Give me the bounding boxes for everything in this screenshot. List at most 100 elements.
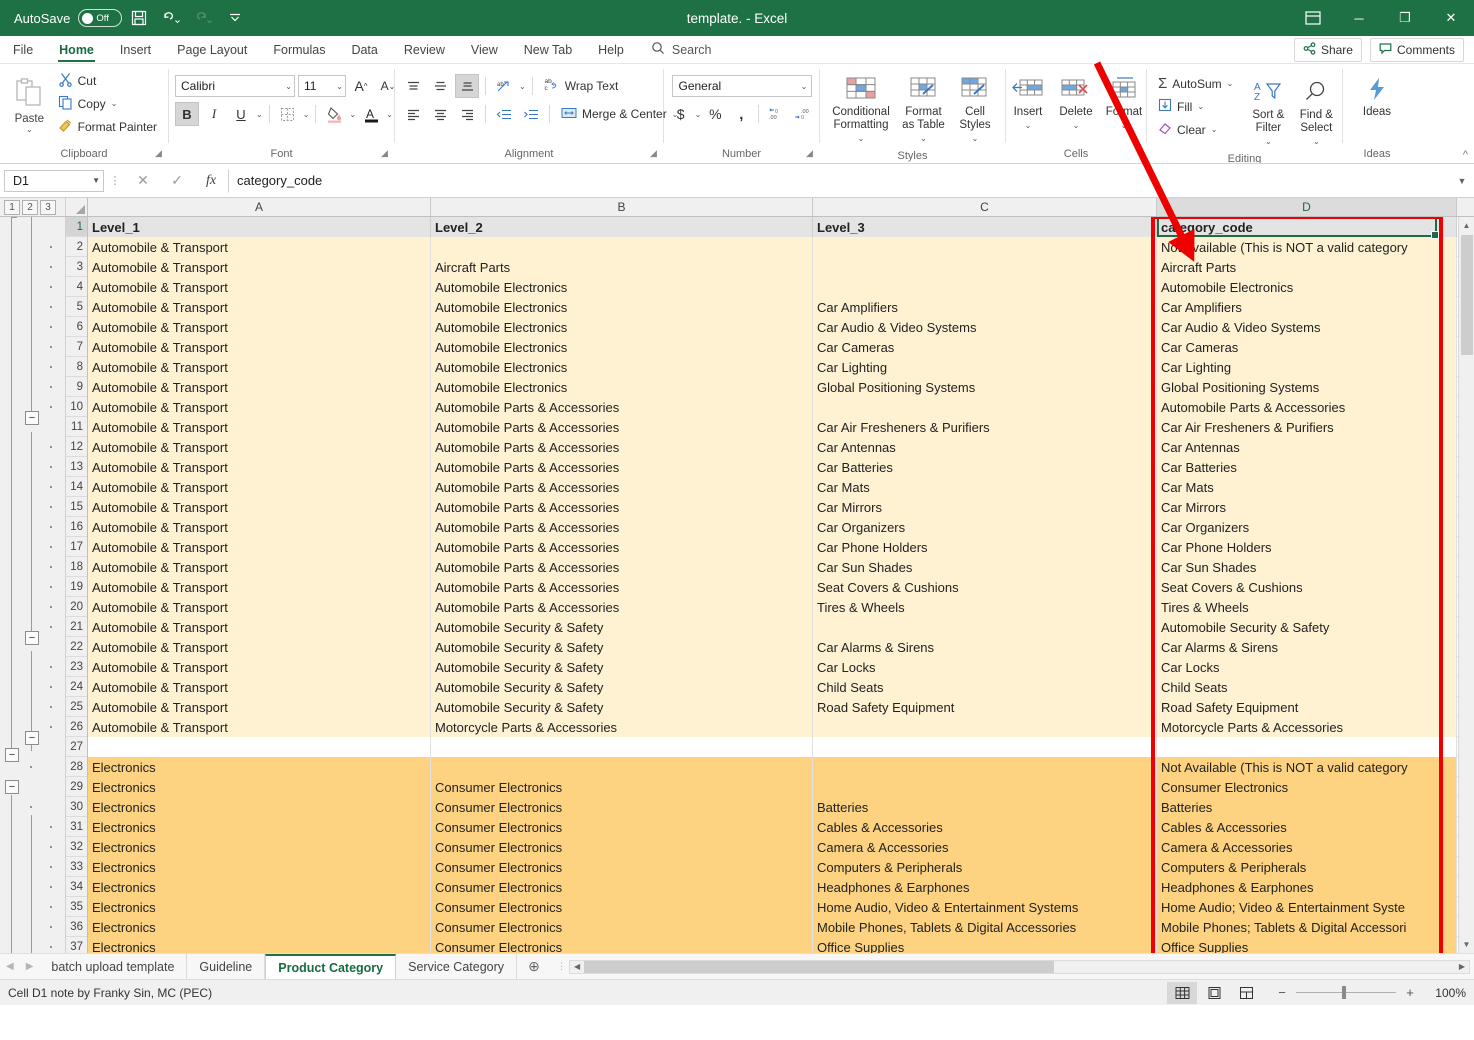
font-color-dropdown-icon[interactable]: ⌄: [386, 110, 393, 119]
cell-A6[interactable]: Automobile & Transport: [88, 317, 431, 337]
tab-home[interactable]: Home: [46, 36, 107, 63]
row-header-28[interactable]: 28: [66, 757, 87, 777]
table-row[interactable]: Automobile & TransportMotorcycle Parts &…: [88, 717, 1458, 737]
row-header-37[interactable]: 37: [66, 937, 87, 953]
table-row[interactable]: Automobile & TransportAutomobile Securit…: [88, 677, 1458, 697]
column-header-d[interactable]: D: [1157, 198, 1457, 216]
cell-A24[interactable]: Automobile & Transport: [88, 677, 431, 697]
ribbon-display-options-icon[interactable]: [1290, 0, 1336, 36]
table-row[interactable]: Automobile & TransportAutomobile Securit…: [88, 617, 1458, 637]
increase-decimal-icon[interactable]: 0 .00: [764, 102, 788, 126]
cell-C33[interactable]: Computers & Peripherals: [813, 857, 1157, 877]
cell-C26[interactable]: [813, 717, 1157, 737]
tab-formulas[interactable]: Formulas: [260, 36, 338, 63]
row-header-12[interactable]: 12: [66, 437, 87, 457]
scrollbar-grip[interactable]: ⋮: [555, 961, 569, 972]
underline-button[interactable]: U: [229, 102, 253, 126]
share-button[interactable]: Share: [1294, 38, 1362, 62]
row-header-30[interactable]: 30: [66, 797, 87, 817]
sheet-tab-batch-upload-template[interactable]: batch upload template: [39, 954, 187, 979]
cancel-formula-icon[interactable]: ✕: [126, 169, 160, 193]
cell-D24[interactable]: Child Seats: [1157, 677, 1457, 697]
cell-B19[interactable]: Automobile Parts & Accessories: [431, 577, 813, 597]
row-header-24[interactable]: 24: [66, 677, 87, 697]
accounting-dropdown-icon[interactable]: ⌄: [695, 110, 702, 119]
cell-D12[interactable]: Car Antennas: [1157, 437, 1457, 457]
zoom-out-button[interactable]: −: [1275, 985, 1289, 1000]
table-row[interactable]: Automobile & TransportNot Available (Thi…: [88, 237, 1458, 257]
percent-style-button[interactable]: %: [703, 102, 727, 126]
row-header-8[interactable]: 8: [66, 357, 87, 377]
font-size-combo[interactable]: 11 ⌄: [298, 75, 346, 97]
cell-C10[interactable]: [813, 397, 1157, 417]
cell-D34[interactable]: Headphones & Earphones: [1157, 877, 1457, 897]
cell-styles-dropdown-icon[interactable]: ⌄: [972, 132, 979, 145]
zoom-slider[interactable]: [1296, 992, 1396, 993]
formula-input[interactable]: category_code: [228, 169, 1454, 193]
cell-A11[interactable]: Automobile & Transport: [88, 417, 431, 437]
format-cells-button[interactable]: Format ⌄: [1100, 69, 1148, 135]
row-header-13[interactable]: 13: [66, 457, 87, 477]
row-header-23[interactable]: 23: [66, 657, 87, 677]
cell-C13[interactable]: Car Batteries: [813, 457, 1157, 477]
cell-A27[interactable]: [88, 737, 431, 757]
decrease-indent-icon[interactable]: [492, 102, 516, 126]
fill-button[interactable]: Fill ⌄: [1153, 95, 1238, 118]
next-sheet-icon[interactable]: ▶: [26, 961, 34, 972]
cell-A36[interactable]: Electronics: [88, 917, 431, 937]
cell-A17[interactable]: Automobile & Transport: [88, 537, 431, 557]
expand-formula-bar-icon[interactable]: ▼: [1454, 176, 1470, 186]
cell-D11[interactable]: Car Air Fresheners & Purifiers: [1157, 417, 1457, 437]
cell-B20[interactable]: Automobile Parts & Accessories: [431, 597, 813, 617]
cell-D21[interactable]: Automobile Security & Safety: [1157, 617, 1457, 637]
fill-dropdown-icon[interactable]: ⌄: [1197, 102, 1204, 111]
cell-A4[interactable]: Automobile & Transport: [88, 277, 431, 297]
table-row[interactable]: Automobile & TransportAutomobile Parts &…: [88, 437, 1458, 457]
cell-D18[interactable]: Car Sun Shades: [1157, 557, 1457, 577]
row-header-7[interactable]: 7: [66, 337, 87, 357]
vertical-scroll-thumb[interactable]: [1461, 235, 1473, 355]
cell-B33[interactable]: Consumer Electronics: [431, 857, 813, 877]
font-name-dropdown-icon[interactable]: ⌄: [285, 82, 292, 91]
cell-B27[interactable]: [431, 737, 813, 757]
scroll-down-button[interactable]: ▼: [1459, 936, 1474, 953]
zoom-slider-knob[interactable]: [1342, 986, 1346, 999]
cell-B16[interactable]: Automobile Parts & Accessories: [431, 517, 813, 537]
cell-B17[interactable]: Automobile Parts & Accessories: [431, 537, 813, 557]
insert-function-icon[interactable]: fx: [194, 169, 228, 193]
autosave-toggle[interactable]: Off: [78, 9, 122, 27]
align-bottom-icon[interactable]: [455, 74, 479, 98]
outline-level-1-button[interactable]: 1: [4, 200, 20, 215]
cell-C31[interactable]: Cables & Accessories: [813, 817, 1157, 837]
cell-A7[interactable]: Automobile & Transport: [88, 337, 431, 357]
wrap-text-button[interactable]: ab c Wrap Text: [539, 75, 624, 98]
cell-C32[interactable]: Camera & Accessories: [813, 837, 1157, 857]
tab-new-tab[interactable]: New Tab: [511, 36, 585, 63]
search-input[interactable]: Search: [637, 36, 722, 63]
previous-sheet-icon[interactable]: ◀: [6, 961, 14, 972]
accounting-format-button[interactable]: $: [669, 102, 693, 126]
cell-B22[interactable]: Automobile Security & Safety: [431, 637, 813, 657]
align-middle-icon[interactable]: [428, 74, 452, 98]
table-row[interactable]: Automobile & TransportAutomobile Parts &…: [88, 397, 1458, 417]
cell-A15[interactable]: Automobile & Transport: [88, 497, 431, 517]
sort-filter-button[interactable]: A Z Sort & Filter ⌄: [1244, 72, 1292, 151]
cell-B13[interactable]: Automobile Parts & Accessories: [431, 457, 813, 477]
delete-cells-button[interactable]: Delete ⌄: [1052, 69, 1100, 135]
row-header-6[interactable]: 6: [66, 317, 87, 337]
decrease-decimal-icon[interactable]: .00 0: [790, 102, 814, 126]
autosum-dropdown-icon[interactable]: ⌄: [1227, 79, 1234, 88]
increase-indent-icon[interactable]: [519, 102, 543, 126]
comments-button[interactable]: Comments: [1370, 38, 1464, 62]
row-header-31[interactable]: 31: [66, 817, 87, 837]
cell-C17[interactable]: Car Phone Holders: [813, 537, 1157, 557]
cell-C8[interactable]: Car Lighting: [813, 357, 1157, 377]
orientation-dropdown-icon[interactable]: ⌄: [519, 82, 526, 91]
cell-A13[interactable]: Automobile & Transport: [88, 457, 431, 477]
cell-D14[interactable]: Car Mats: [1157, 477, 1457, 497]
vertical-scrollbar[interactable]: ▲ ▼: [1458, 217, 1474, 953]
font-dialog-launcher-icon[interactable]: ◢: [380, 149, 389, 158]
table-row[interactable]: Automobile & TransportAutomobile Parts &…: [88, 497, 1458, 517]
cell-B9[interactable]: Automobile Electronics: [431, 377, 813, 397]
table-row[interactable]: Automobile & TransportAutomobile Electro…: [88, 317, 1458, 337]
